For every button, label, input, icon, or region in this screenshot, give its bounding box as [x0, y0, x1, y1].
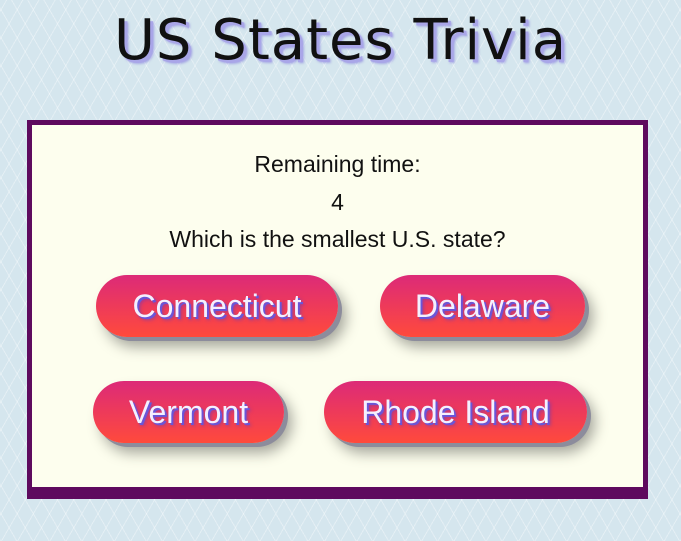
- remaining-time-label: Remaining time:: [254, 151, 421, 177]
- answer-button-vermont[interactable]: Vermont: [93, 381, 284, 443]
- answer-button-rhode-island[interactable]: Rhode Island: [324, 381, 587, 443]
- remaining-time-value: 4: [331, 189, 344, 215]
- answer-button-delaware[interactable]: Delaware: [380, 275, 585, 337]
- page-title: US States Trivia: [113, 8, 568, 73]
- trivia-panel: Remaining time: 4 Which is the smallest …: [27, 120, 648, 499]
- answer-button-connecticut[interactable]: Connecticut: [96, 275, 338, 337]
- question-text: Which is the smallest U.S. state?: [169, 226, 506, 252]
